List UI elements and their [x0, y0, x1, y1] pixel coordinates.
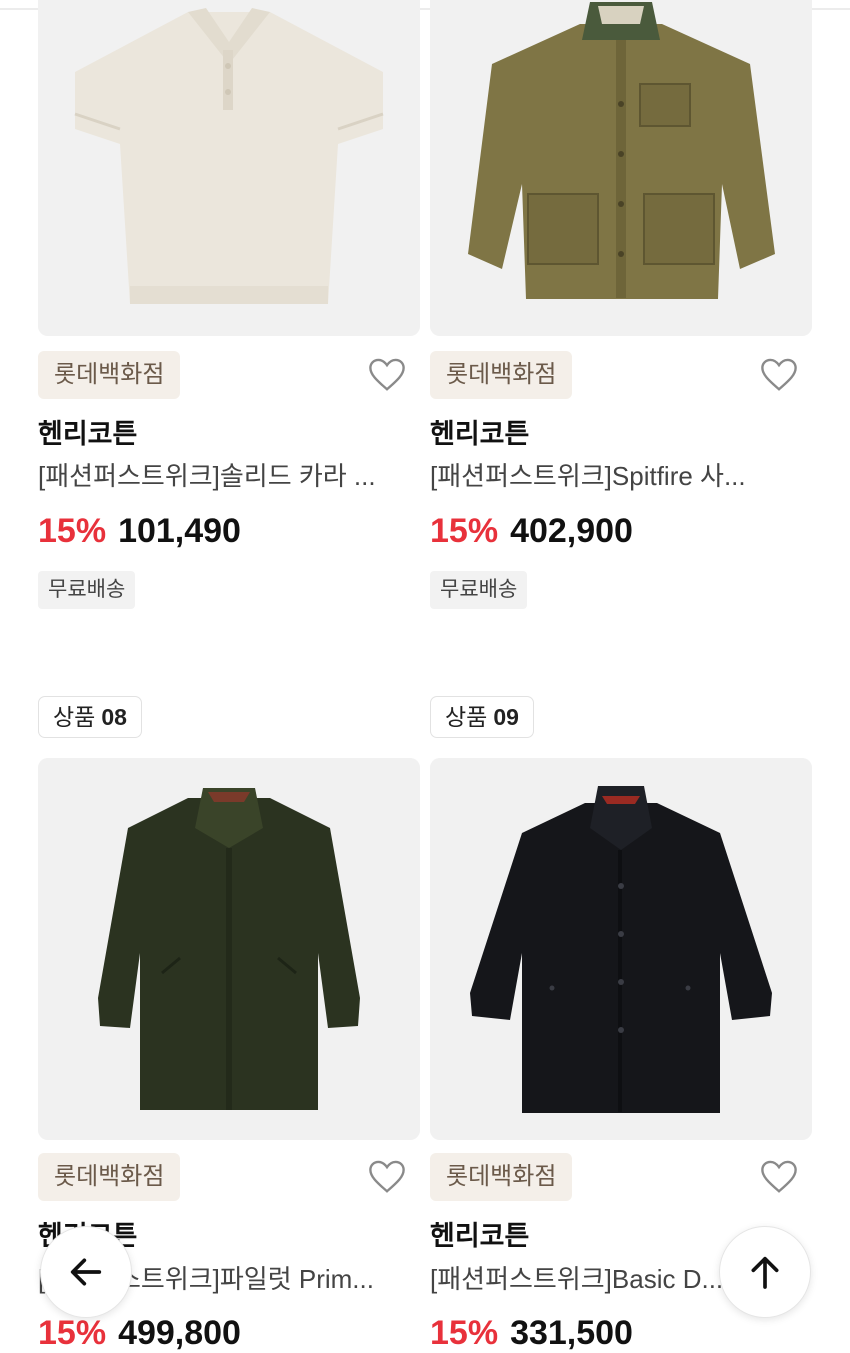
rank-chip: 상품 09	[430, 696, 534, 738]
product-image-jacket[interactable]	[430, 0, 812, 336]
store-badge: 롯데백화점	[38, 1153, 181, 1201]
arrow-left-icon	[70, 1258, 102, 1286]
wishlist-heart-icon[interactable]	[368, 357, 406, 393]
rank-label: 상품	[445, 704, 488, 730]
product-name[interactable]: [패션퍼스트위크]솔리드 카라 ...	[38, 456, 410, 493]
wishlist-heart-icon[interactable]	[760, 1159, 798, 1195]
khaki-jacket-image	[430, 0, 812, 336]
black-coat-image	[430, 758, 812, 1140]
brand-name: 헨리코튼	[38, 419, 138, 449]
dark-olive-coat-image	[38, 758, 420, 1140]
discount-rate: 15%	[430, 1314, 499, 1352]
arrow-up-icon	[751, 1256, 779, 1289]
store-badge: 롯데백화점	[430, 1153, 573, 1201]
free-shipping-tag: 무료배송	[38, 571, 136, 609]
price-row: 15% 331,500	[430, 1314, 633, 1353]
price-row: 15% 499,800	[38, 1314, 241, 1353]
discount-rate: 15%	[38, 1314, 107, 1352]
price-row: 15% 101,490	[38, 512, 241, 551]
rank-number: 08	[101, 704, 127, 730]
scroll-to-top-button[interactable]	[719, 1226, 811, 1318]
product-image-coat[interactable]	[430, 758, 812, 1140]
price-row: 15% 402,900	[430, 512, 633, 551]
rank-chip: 상품 08	[38, 696, 142, 738]
free-shipping-tag: 무료배송	[430, 571, 528, 609]
brand-name: 헨리코튼	[430, 419, 530, 449]
discount-rate: 15%	[38, 512, 107, 550]
product-name[interactable]: [패션퍼스트위크]Spitfire 사...	[430, 456, 802, 493]
rank-number: 09	[493, 704, 519, 730]
rank-label: 상품	[53, 704, 96, 730]
price: 402,900	[510, 512, 633, 550]
product-image-coat[interactable]	[38, 758, 420, 1140]
price: 101,490	[118, 512, 241, 550]
wishlist-heart-icon[interactable]	[760, 357, 798, 393]
price: 331,500	[510, 1314, 633, 1352]
store-badge: 롯데백화점	[430, 351, 573, 399]
polo-shirt-image	[38, 0, 420, 336]
brand-name: 헨리코튼	[430, 1221, 530, 1251]
back-button[interactable]	[40, 1226, 132, 1318]
discount-rate: 15%	[430, 512, 499, 550]
price: 499,800	[118, 1314, 241, 1352]
wishlist-heart-icon[interactable]	[368, 1159, 406, 1195]
product-image-polo[interactable]	[38, 0, 420, 336]
store-badge: 롯데백화점	[38, 351, 181, 399]
